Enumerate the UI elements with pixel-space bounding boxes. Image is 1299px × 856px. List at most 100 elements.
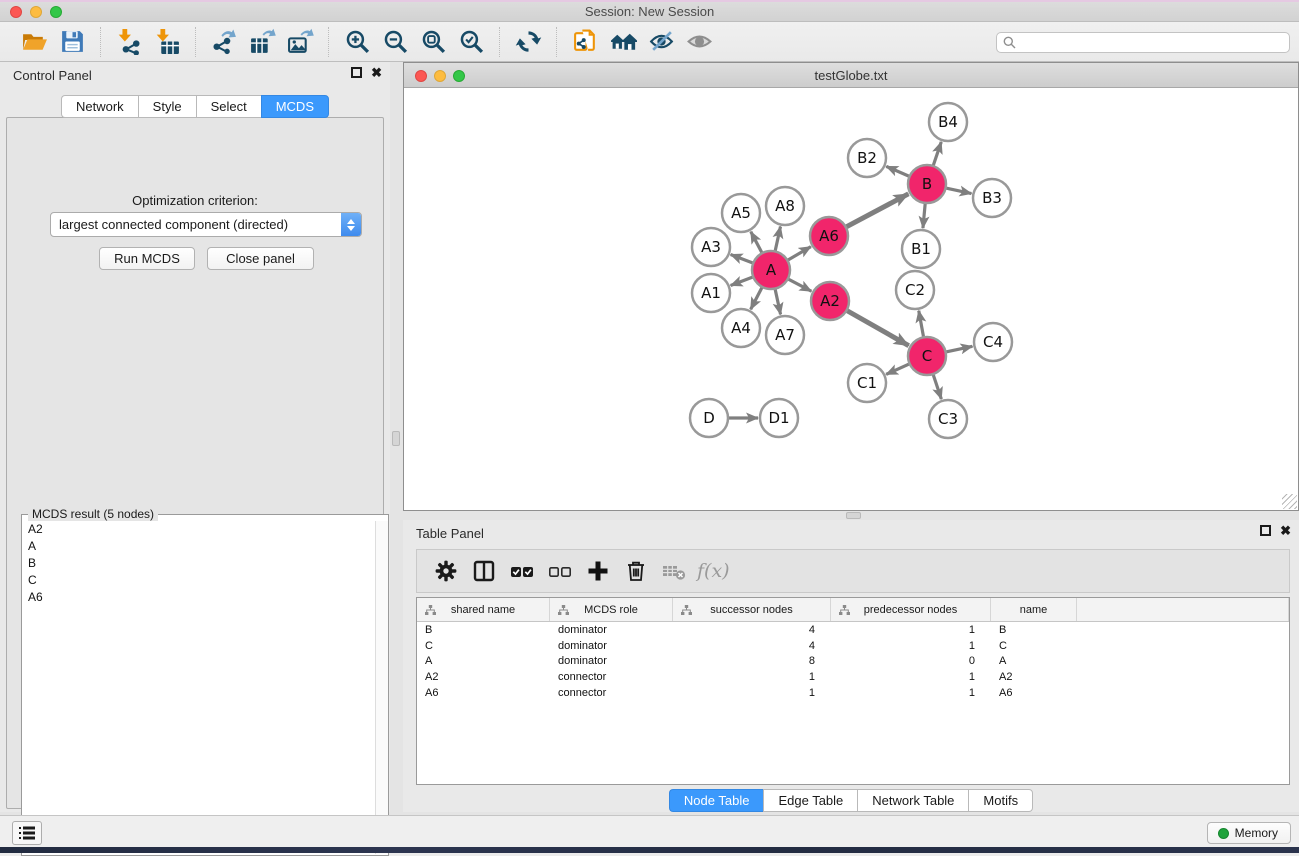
tab-select[interactable]: Select [196, 95, 261, 118]
column-header-successor-nodes[interactable]: successor nodes [673, 598, 831, 621]
edge-A-A2[interactable] [786, 278, 811, 291]
tab-style[interactable]: Style [138, 95, 196, 118]
edge-B-B3[interactable] [944, 188, 972, 194]
add-row-button[interactable] [579, 552, 617, 590]
tab-network-table[interactable]: Network Table [857, 789, 968, 812]
result-item[interactable]: B [23, 555, 374, 572]
tab-motifs[interactable]: Motifs [968, 789, 1033, 812]
node-B2[interactable]: B2 [848, 139, 886, 177]
table-row-A2[interactable]: A2connector11A2 [417, 669, 1289, 685]
table-row-C[interactable]: Cdominator41C [417, 638, 1289, 654]
cell-predecessor-nodes[interactable]: 1 [831, 687, 991, 699]
edge-C-C4[interactable] [944, 346, 973, 352]
import-network-button[interactable] [110, 25, 148, 59]
column-header-MCDS-role[interactable]: MCDS role [550, 598, 673, 621]
table-row-A6[interactable]: A6connector11A6 [417, 685, 1289, 701]
run-mcds-button[interactable]: Run MCDS [99, 247, 195, 270]
node-A6[interactable]: A6 [810, 217, 848, 255]
float-table-panel-icon[interactable] [1260, 525, 1271, 536]
network-canvas[interactable]: B4B2BB3A5A8A6B1A3AC2A1A2A4A7C4CC1DD1C3 [404, 88, 1298, 510]
edge-C-C2[interactable] [919, 311, 924, 340]
result-scrollbar[interactable] [375, 521, 388, 854]
cell-predecessor-nodes[interactable]: 1 [831, 624, 991, 636]
node-A7[interactable]: A7 [766, 316, 804, 354]
column-header-shared-name[interactable]: shared name [417, 598, 550, 621]
cell-successor-nodes[interactable]: 8 [673, 655, 831, 667]
function-builder-button[interactable]: f(x) [693, 560, 730, 582]
cell-name[interactable]: A6 [991, 687, 1077, 699]
duplicate-network-button[interactable] [566, 25, 604, 59]
cell-predecessor-nodes[interactable]: 1 [831, 640, 991, 652]
criterion-dropdown[interactable]: largest connected component (directed) [50, 212, 362, 237]
network-minimize-button[interactable] [434, 70, 446, 82]
cell-shared-name[interactable]: A6 [417, 687, 550, 699]
columns-button[interactable] [465, 552, 503, 590]
node-B3[interactable]: B3 [973, 179, 1011, 217]
node-C1[interactable]: C1 [848, 364, 886, 402]
export-network-button[interactable] [205, 25, 243, 59]
edge-A-A8[interactable] [775, 227, 781, 254]
home-button[interactable] [604, 25, 642, 59]
node-C4[interactable]: C4 [974, 323, 1012, 361]
cell-MCDS-role[interactable]: connector [550, 671, 673, 683]
zoom-out-button[interactable] [376, 25, 414, 59]
minimize-window-button[interactable] [30, 6, 42, 18]
cell-predecessor-nodes[interactable]: 0 [831, 655, 991, 667]
edge-A2-C[interactable] [845, 309, 909, 345]
cell-predecessor-nodes[interactable]: 1 [831, 671, 991, 683]
edge-A-A6[interactable] [786, 247, 811, 262]
hide-visibility-button[interactable] [642, 25, 680, 59]
table-row-B[interactable]: Bdominator41B [417, 622, 1289, 638]
node-A4[interactable]: A4 [722, 309, 760, 347]
vertical-splitter-handle[interactable] [392, 431, 400, 446]
edge-A-A3[interactable] [731, 255, 756, 264]
tab-edge-table[interactable]: Edge Table [763, 789, 857, 812]
cell-MCDS-role[interactable]: dominator [550, 655, 673, 667]
node-A2[interactable]: A2 [811, 282, 849, 320]
tab-mcds[interactable]: MCDS [261, 95, 329, 118]
node-A8[interactable]: A8 [766, 187, 804, 225]
cell-MCDS-role[interactable]: dominator [550, 624, 673, 636]
close-window-button[interactable] [10, 6, 22, 18]
horizontal-splitter[interactable] [403, 511, 1299, 520]
apply-layout-button[interactable] [509, 25, 547, 59]
close-table-panel-icon[interactable]: ✖ [1280, 525, 1291, 536]
float-panel-icon[interactable] [351, 67, 362, 78]
export-table-button[interactable] [243, 25, 281, 59]
cell-shared-name[interactable]: A [417, 655, 550, 667]
tab-network[interactable]: Network [61, 95, 138, 118]
close-panel-button[interactable]: Close panel [207, 247, 314, 270]
node-A3[interactable]: A3 [692, 228, 730, 266]
cell-name[interactable]: A [991, 655, 1077, 667]
column-header-predecessor-nodes[interactable]: predecessor nodes [831, 598, 991, 621]
edge-B-B1[interactable] [923, 201, 926, 228]
settings-button[interactable] [427, 552, 465, 590]
vertical-splitter[interactable] [390, 62, 403, 812]
cell-MCDS-role[interactable]: connector [550, 687, 673, 699]
edge-A6-B[interactable] [844, 194, 908, 228]
zoom-selected-button[interactable] [452, 25, 490, 59]
zoom-in-button[interactable] [338, 25, 376, 59]
edge-A-A5[interactable] [751, 232, 763, 255]
cell-shared-name[interactable]: C [417, 640, 550, 652]
close-panel-icon[interactable]: ✖ [371, 67, 382, 78]
cell-successor-nodes[interactable]: 1 [673, 671, 831, 683]
horizontal-splitter-handle[interactable] [846, 512, 861, 519]
network-zoom-button[interactable] [453, 70, 465, 82]
result-item[interactable]: A2 [23, 521, 374, 538]
cell-successor-nodes[interactable]: 1 [673, 687, 831, 699]
search-input[interactable] [1016, 34, 1289, 51]
result-item[interactable]: C [23, 572, 374, 589]
node-C2[interactable]: C2 [896, 271, 934, 309]
cell-shared-name[interactable]: A2 [417, 671, 550, 683]
node-A5[interactable]: A5 [722, 194, 760, 232]
tab-node-table[interactable]: Node Table [669, 789, 764, 812]
node-A1[interactable]: A1 [692, 274, 730, 312]
show-visibility-button[interactable] [680, 25, 718, 59]
open-session-button[interactable] [15, 25, 53, 59]
node-B1[interactable]: B1 [902, 230, 940, 268]
node-C3[interactable]: C3 [929, 400, 967, 438]
node-D1[interactable]: D1 [760, 399, 798, 437]
cell-successor-nodes[interactable]: 4 [673, 624, 831, 636]
delete-row-button[interactable] [617, 552, 655, 590]
